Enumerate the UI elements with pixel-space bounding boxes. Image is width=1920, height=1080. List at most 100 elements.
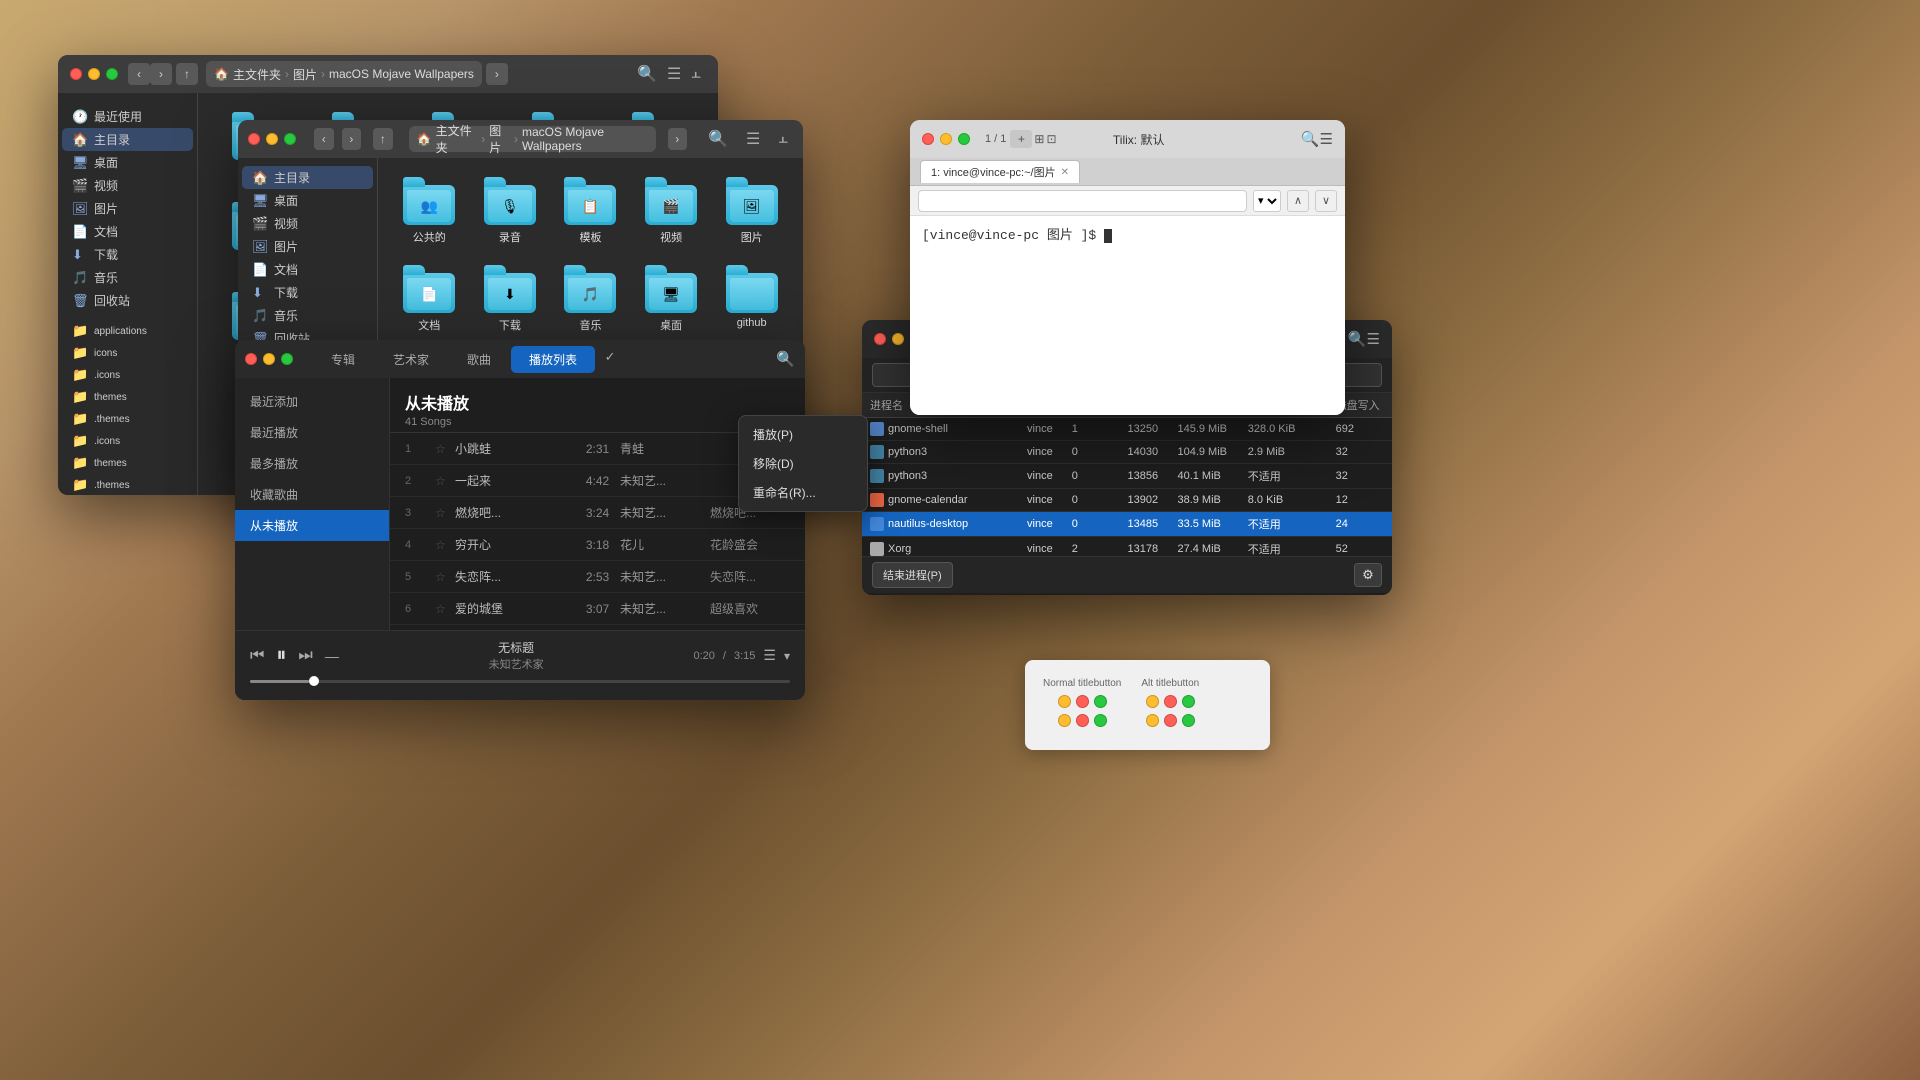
forward-button[interactable]: ›	[150, 63, 172, 85]
tb-n-min[interactable]	[1058, 695, 1071, 708]
fg-folder-docs[interactable]: 📄 文档	[393, 261, 466, 341]
col-view-fg[interactable]: ⫠	[773, 127, 793, 151]
sidebar-item-trash[interactable]: 🗑 回收站	[62, 289, 193, 312]
progress-bar[interactable]	[250, 680, 790, 683]
tb-a-close[interactable]	[1164, 695, 1177, 708]
search-next-button[interactable]: ∨	[1315, 190, 1337, 212]
forward-fg[interactable]: ›	[342, 128, 362, 150]
sidebar-home-fg[interactable]: 🏠 主目录	[242, 166, 373, 189]
sidebar-item-dotthemes2[interactable]: 📁 .themes	[62, 474, 193, 495]
fg-folder-recording[interactable]: 🎙 录音	[474, 173, 547, 253]
search-fg[interactable]: 🔍	[703, 126, 733, 152]
min-music[interactable]	[263, 353, 275, 365]
tab-songs[interactable]: 歌曲	[449, 346, 509, 373]
maximize-button[interactable]	[106, 68, 118, 80]
up-fg[interactable]: ↑	[373, 128, 393, 150]
sidebar-desktop-fg[interactable]: 🖥 桌面	[242, 189, 373, 212]
close-button[interactable]	[70, 68, 82, 80]
sidebar-item-recents[interactable]: 🕐 最近使用	[62, 105, 193, 128]
terminal-menu-button[interactable]: ☰	[1320, 130, 1333, 148]
sidebar-item-themes[interactable]: 📁 themes	[62, 386, 193, 408]
sidebar-pictures-fg[interactable]: 🖼 图片	[242, 235, 373, 258]
sidebar-item-icons2[interactable]: 📁 .icons	[62, 430, 193, 452]
min-sysmon[interactable]	[892, 333, 904, 345]
proc-xorg[interactable]: Xorg vince21317827.4 MiB不适用52	[862, 537, 1392, 557]
close-button-fg[interactable]	[248, 133, 260, 145]
tb-n-max2[interactable]	[1094, 714, 1107, 727]
tab-artists[interactable]: 艺术家	[375, 346, 447, 373]
volume-button[interactable]: —	[325, 648, 339, 664]
minimize-button-fg[interactable]	[266, 133, 278, 145]
fg-folder-desktop[interactable]: 🖥 桌面	[635, 261, 708, 341]
back-button[interactable]: ‹	[128, 63, 150, 85]
proc-nautilus-desktop[interactable]: nautilus-desktop vince01348533.5 MiB不适用2…	[862, 512, 1392, 537]
search-options-select[interactable]: ▾	[1253, 190, 1281, 212]
sidebar-item-home[interactable]: 🏠 主目录	[62, 128, 193, 151]
nav-most-played[interactable]: 最多播放	[235, 448, 389, 479]
fg-folder-music[interactable]: 🎵 音乐	[554, 261, 627, 341]
proc-python3-2[interactable]: python3 vince01385640.1 MiB不适用32	[862, 464, 1392, 489]
sidebar-item-doticons[interactable]: 📁 .icons	[62, 364, 193, 386]
track-4[interactable]: 4 ☆ 穷开心 3:18 花儿 花龄盛会	[390, 529, 805, 561]
ctx-remove[interactable]: 移除(D)	[739, 449, 867, 478]
nav-recently-played[interactable]: 最近播放	[235, 417, 389, 448]
tb-n-max[interactable]	[1094, 695, 1107, 708]
fwd-arrow-fg[interactable]: ›	[668, 128, 688, 150]
sysmon-menu-button[interactable]: ☰	[1367, 330, 1380, 348]
column-view-button[interactable]: ⫠	[686, 62, 706, 86]
tb-n-min2[interactable]	[1058, 714, 1071, 727]
track-5[interactable]: 5 ☆ 失恋阵... 2:53 未知艺... 失恋阵...	[390, 561, 805, 593]
terminal-tab-1[interactable]: 1: vince@vince-pc:~/图片 ✕	[920, 160, 1080, 183]
close-music[interactable]	[245, 353, 257, 365]
checkmark-button[interactable]: ✓	[597, 346, 623, 368]
proc-python3-1[interactable]: python3 vince014030104.9 MiB2.9 MiB32	[862, 441, 1392, 464]
nav-never-played[interactable]: 从未播放	[235, 510, 389, 541]
kill-process-button[interactable]: 结束进程(P)	[872, 562, 953, 588]
max-terminal[interactable]	[958, 133, 970, 145]
tb-a-min2[interactable]	[1146, 714, 1159, 727]
fg-folder-downloads[interactable]: ⬇ 下载	[474, 261, 547, 341]
nav-favorites[interactable]: 收藏歌曲	[235, 479, 389, 510]
next-button[interactable]: ⏭	[298, 647, 312, 665]
tb-a-max[interactable]	[1182, 695, 1195, 708]
ctx-play[interactable]: 播放(P)	[739, 420, 867, 449]
proc-gnome-calendar[interactable]: gnome-calendar vince01390238.9 MiB8.0 Ki…	[862, 489, 1392, 512]
tab-close-icon[interactable]: ✕	[1061, 167, 1069, 178]
sidebar-item-video[interactable]: 🎬 视频	[62, 174, 193, 197]
tb-a-min[interactable]	[1146, 695, 1159, 708]
tb-a-max2[interactable]	[1182, 714, 1195, 727]
sidebar-music-fg[interactable]: 🎵 音乐	[242, 304, 373, 327]
sidebar-item-downloads[interactable]: ⬇ 下载	[62, 243, 193, 266]
fg-folder-pictures[interactable]: 🖼 图片	[715, 173, 788, 253]
nav-recently-added[interactable]: 最近添加	[235, 386, 389, 417]
track-6[interactable]: 6 ☆ 爱的城堡 3:07 未知艺... 超级喜欢	[390, 593, 805, 625]
maximize-button-fg[interactable]	[284, 133, 296, 145]
forward-arrow-button[interactable]: ›	[486, 63, 508, 85]
fg-folder-gongong[interactable]: 👥 公共的	[393, 173, 466, 253]
max-music[interactable]	[281, 353, 293, 365]
ctx-rename[interactable]: 重命名(R)...	[739, 478, 867, 507]
music-search-button[interactable]: 🔍	[776, 350, 795, 368]
fg-folder-github[interactable]: github	[715, 261, 788, 341]
sidebar-item-icons[interactable]: 📁 icons	[62, 342, 193, 364]
terminal-split-button[interactable]: ⊞	[1034, 132, 1044, 146]
tb-n-close2[interactable]	[1076, 714, 1089, 727]
prev-button[interactable]: ⏮	[250, 647, 264, 665]
queue-button[interactable]: ☰	[763, 647, 776, 664]
close-sysmon[interactable]	[874, 333, 886, 345]
list-view-fg[interactable]: ☰	[741, 126, 765, 152]
terminal-search-input[interactable]	[918, 190, 1247, 212]
sidebar-video-fg[interactable]: 🎬 视频	[242, 212, 373, 235]
sidebar-dl-fg[interactable]: ⬇ 下载	[242, 281, 373, 304]
tb-a-close2[interactable]	[1164, 714, 1177, 727]
sidebar-item-dotthemes[interactable]: 📁 .themes	[62, 408, 193, 430]
sidebar-item-music[interactable]: 🎵 音乐	[62, 266, 193, 289]
sidebar-item-docs[interactable]: 📄 文档	[62, 220, 193, 243]
fg-folder-videos[interactable]: 🎬 视频	[635, 173, 708, 253]
terminal-search-button[interactable]: 🔍	[1301, 130, 1320, 148]
progress-thumb[interactable]	[309, 676, 319, 686]
back-fg[interactable]: ‹	[314, 128, 334, 150]
fg-folder-templates[interactable]: 📋 模板	[554, 173, 627, 253]
sidebar-item-themes2[interactable]: 📁 themes	[62, 452, 193, 474]
search-button[interactable]: 🔍	[632, 61, 662, 87]
